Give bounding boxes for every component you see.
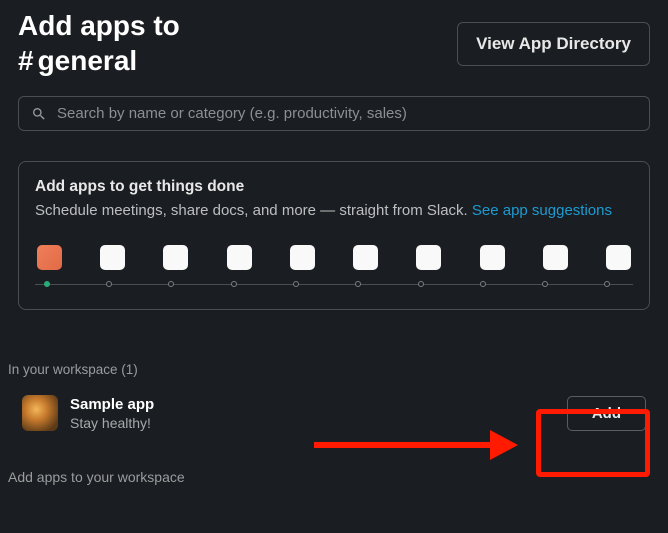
add-apps-footer-label: Add apps to your workspace	[0, 439, 668, 485]
carousel-dot[interactable]	[168, 281, 174, 287]
app-name: Sample app	[70, 396, 154, 413]
carousel-dot[interactable]	[44, 281, 50, 287]
carousel-track	[35, 284, 633, 285]
suggestion-card[interactable]	[480, 245, 505, 270]
suggestion-card[interactable]	[543, 245, 568, 270]
title-line-2: #general	[18, 43, 180, 78]
workspace-section-label: In your workspace (1)	[0, 310, 668, 387]
app-row: Sample app Stay healthy! Add	[0, 387, 668, 439]
see-app-suggestions-link[interactable]: See app suggestions	[472, 202, 612, 219]
search-icon	[31, 106, 47, 122]
suggestion-card[interactable]	[606, 245, 631, 270]
suggestion-card[interactable]	[163, 245, 188, 270]
suggestion-card[interactable]	[290, 245, 315, 270]
carousel-dot[interactable]	[418, 281, 424, 287]
panel-subtitle: Schedule meetings, share docs, and more …	[35, 202, 633, 219]
app-desc: Stay healthy!	[70, 415, 154, 431]
view-app-directory-button[interactable]: View App Directory	[457, 22, 650, 66]
panel-title: Add apps to get things done	[35, 178, 633, 196]
carousel-dot[interactable]	[355, 281, 361, 287]
hash-icon: #	[18, 45, 38, 76]
suggestion-card[interactable]	[353, 245, 378, 270]
suggestion-card[interactable]	[416, 245, 441, 270]
search-input-container[interactable]	[18, 96, 650, 131]
app-icon	[22, 395, 58, 431]
carousel-dot[interactable]	[293, 281, 299, 287]
carousel-dot[interactable]	[604, 281, 610, 287]
suggestion-card[interactable]	[37, 245, 62, 270]
suggestions-carousel	[35, 245, 633, 270]
carousel-dot[interactable]	[480, 281, 486, 287]
search-input[interactable]	[57, 105, 637, 122]
page-title: Add apps to #general	[18, 8, 180, 78]
carousel-dot[interactable]	[542, 281, 548, 287]
suggestion-card[interactable]	[227, 245, 252, 270]
carousel-dot[interactable]	[106, 281, 112, 287]
title-line-1: Add apps to	[18, 8, 180, 43]
add-app-button[interactable]: Add	[567, 396, 646, 431]
app-meta: Sample app Stay healthy!	[70, 396, 154, 431]
suggestion-card[interactable]	[100, 245, 125, 270]
suggestions-panel: Add apps to get things done Schedule mee…	[18, 161, 650, 310]
carousel-dot[interactable]	[231, 281, 237, 287]
channel-name: general	[38, 45, 138, 76]
